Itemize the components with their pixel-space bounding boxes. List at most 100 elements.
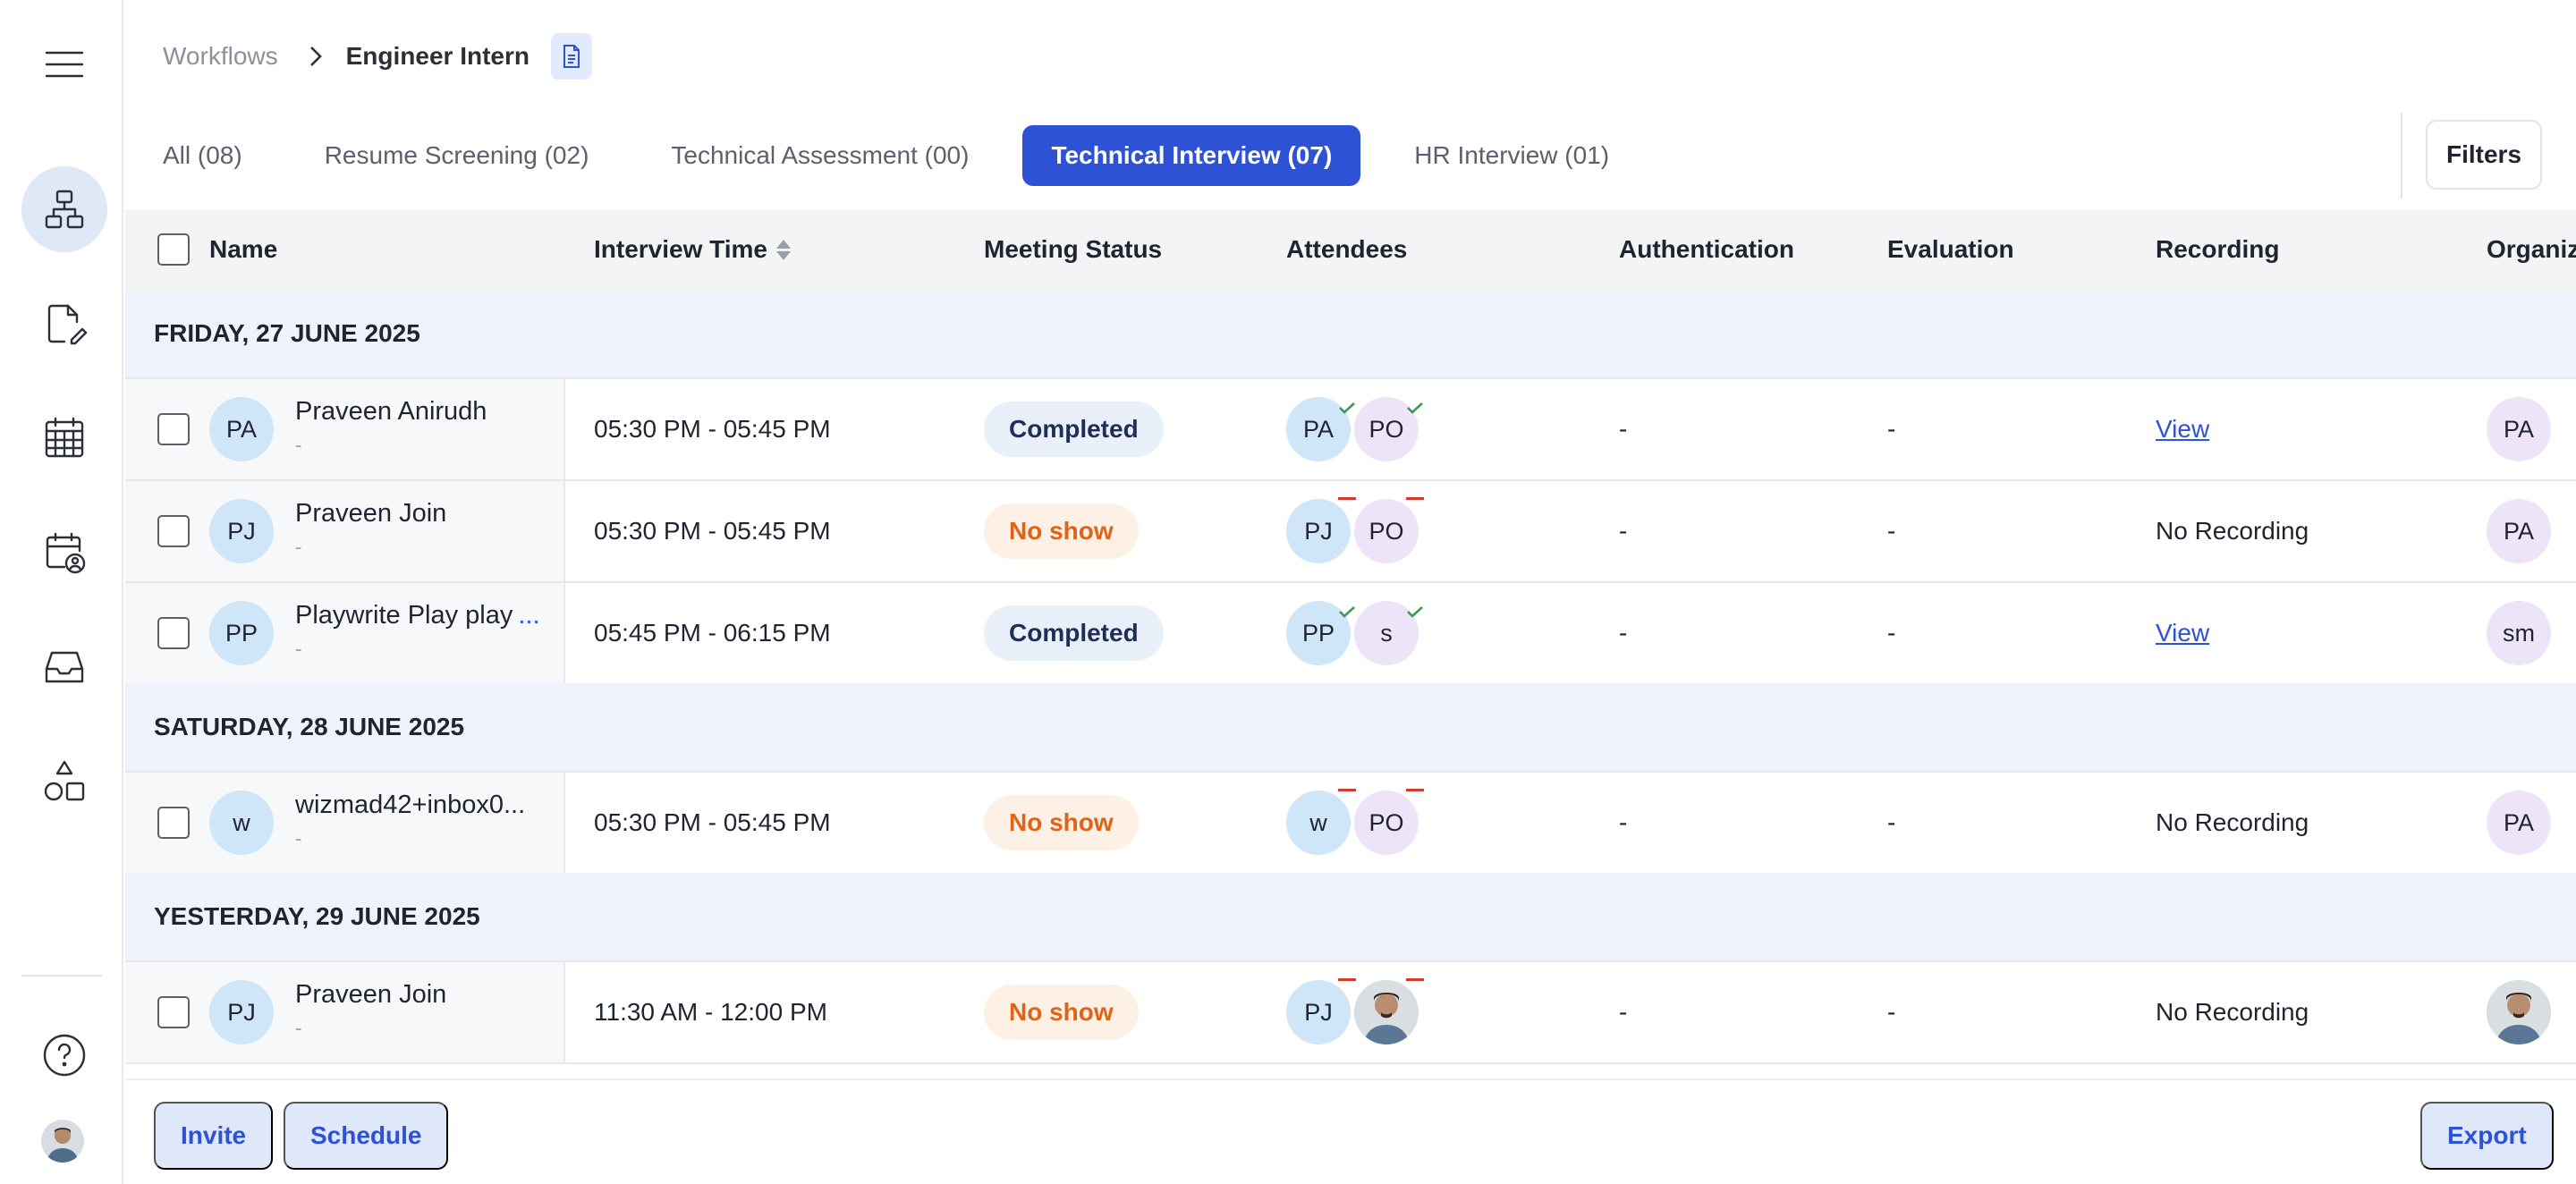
candidate-info: wizmad42+inbox0... -	[295, 791, 525, 850]
authentication-value: -	[1619, 619, 1628, 647]
candidate-name[interactable]: Praveen Join	[295, 499, 446, 529]
chevron-right-icon	[298, 44, 334, 69]
candidate-name[interactable]: Praveen Anirudh	[295, 397, 487, 427]
candidate-name[interactable]: Praveen Join	[295, 980, 446, 1010]
attendee[interactable]: w	[1286, 789, 1356, 855]
attendees-cell: PJ	[1286, 962, 1424, 1062]
recording-status: No Recording	[2156, 517, 2309, 545]
col-evaluation: Evaluation	[1887, 235, 2014, 263]
recording-cell: No Recording	[2156, 773, 2309, 873]
calendar-user-icon[interactable]	[21, 510, 107, 596]
col-interview-time-label: Interview Time	[594, 235, 768, 263]
shapes-icon[interactable]	[21, 739, 107, 825]
col-authentication: Authentication	[1619, 235, 1794, 263]
candidate-subtitle: -	[295, 434, 302, 456]
dash-icon	[1338, 789, 1356, 791]
name-ellipsis: ...	[518, 601, 540, 630]
table-row[interactable]: PJ Praveen Join - 05:30 PM - 05:45 PM No sho…	[125, 479, 2576, 581]
table-row[interactable]: w wizmad42+inbox0... - 05:30 PM - 05:45 PM N…	[125, 771, 2576, 873]
candidate-subtitle: -	[295, 536, 302, 558]
dash-icon	[1338, 978, 1356, 981]
menu-icon[interactable]	[21, 21, 107, 107]
evaluation-value: -	[1887, 415, 1896, 443]
attendee[interactable]: PJ	[1286, 978, 1356, 1044]
col-name: Name	[209, 235, 278, 263]
schedule-button[interactable]: Schedule	[284, 1102, 449, 1170]
sidebar	[0, 0, 123, 1184]
date-group-header: FRIDAY, 27 JUNE 2025	[125, 290, 2576, 377]
view-recording-link[interactable]: View	[2156, 619, 2209, 647]
status-badge: No show	[984, 503, 1139, 559]
attendee[interactable]: PJ	[1286, 497, 1356, 563]
check-icon	[1406, 392, 1424, 414]
inbox-icon[interactable]	[21, 624, 107, 710]
authentication-value: -	[1619, 998, 1628, 1026]
attendee-avatar: PJ	[1286, 980, 1351, 1044]
document-edit-icon[interactable]	[21, 281, 107, 367]
candidate-info: Praveen Join -	[295, 499, 446, 559]
table-row[interactable]: PJ Praveen Join - 11:30 AM - 12:00 PM No sho…	[125, 960, 2576, 1062]
organizer-avatar: PA	[2487, 791, 2551, 855]
table-row[interactable]: PA Praveen Anirudh - 05:30 PM - 05:45 PM Com…	[125, 377, 2576, 479]
attendee[interactable]: PP	[1286, 601, 1355, 665]
user-avatar[interactable]	[41, 1120, 84, 1163]
recording-cell: View	[2156, 583, 2209, 683]
help-icon[interactable]	[21, 1012, 107, 1098]
attendee[interactable]: PO	[1354, 497, 1424, 563]
organizer-cell	[2487, 962, 2551, 1062]
tabs-divider	[2401, 113, 2402, 199]
tab-hr-interview[interactable]: HR Interview (01)	[1385, 125, 1638, 186]
candidate-name[interactable]: wizmad42+inbox0...	[295, 791, 525, 820]
workflows-icon[interactable]	[21, 166, 107, 252]
col-interview-time[interactable]: Interview Time	[594, 209, 792, 290]
row-checkbox[interactable]	[157, 996, 190, 1028]
attendee-avatar: PO	[1354, 499, 1419, 563]
invite-button[interactable]: Invite	[154, 1102, 274, 1170]
attendees-cell: PP s	[1286, 583, 1423, 683]
meeting-status-cell: No show	[984, 962, 1139, 1062]
meeting-status-cell: Completed	[984, 379, 1164, 479]
organizer-avatar	[2487, 980, 2551, 1044]
candidate-subtitle: -	[295, 827, 302, 850]
attendee[interactable]: PO	[1354, 397, 1423, 461]
calendar-icon[interactable]	[21, 395, 107, 481]
table-row[interactable]: PP Playwrite Play play... - 05:45 PM - 06:1…	[125, 581, 2576, 683]
col-recording: Recording	[2156, 235, 2280, 263]
attendee[interactable]: PO	[1354, 789, 1424, 855]
organizer-avatar: sm	[2487, 601, 2551, 665]
attendee[interactable]: s	[1354, 601, 1423, 665]
document-icon[interactable]	[551, 33, 592, 80]
table-row[interactable]	[125, 1062, 2576, 1077]
status-badge: No show	[984, 795, 1139, 850]
table-header: Name Interview Time Meeting Status Atten…	[125, 209, 2576, 290]
tab-technical-interview[interactable]: Technical Interview (07)	[1022, 125, 1361, 186]
tab-all[interactable]: All (08)	[134, 125, 271, 186]
candidate-name-text: Praveen Join	[295, 499, 447, 528]
check-icon	[1338, 392, 1356, 414]
view-recording-link[interactable]: View	[2156, 415, 2209, 444]
candidate-info: Playwrite Play play... -	[295, 601, 540, 661]
organizer-cell: PA	[2487, 481, 2551, 581]
date-group-header: YESTERDAY, 29 JUNE 2025	[125, 873, 2576, 960]
row-checkbox[interactable]	[157, 413, 190, 445]
export-button[interactable]: Export	[2420, 1102, 2554, 1170]
breadcrumb-current: Engineer Intern	[345, 42, 530, 70]
tab-resume-screening[interactable]: Resume Screening (02)	[296, 125, 618, 186]
row-checkbox[interactable]	[157, 617, 190, 649]
attendee[interactable]	[1354, 978, 1424, 1044]
select-all-checkbox[interactable]	[157, 233, 190, 266]
attendees-cell: PA PO	[1286, 379, 1423, 479]
breadcrumb: Workflows Engineer Intern	[163, 33, 592, 80]
sort-icon[interactable]	[776, 239, 792, 260]
row-checkbox[interactable]	[157, 515, 190, 547]
attendee[interactable]: PA	[1286, 397, 1355, 461]
row-checkbox[interactable]	[157, 807, 190, 839]
organizer-cell: PA	[2487, 773, 2551, 873]
filters-button[interactable]: Filters	[2426, 120, 2542, 190]
attendee-avatar: PO	[1354, 791, 1419, 855]
candidate-name[interactable]: Playwrite Play play...	[295, 601, 540, 630]
check-icon	[1338, 596, 1356, 618]
breadcrumb-workflows-link[interactable]: Workflows	[163, 42, 278, 71]
interview-time: 05:45 PM - 06:15 PM	[594, 619, 831, 647]
tab-technical-assessment[interactable]: Technical Assessment (00)	[642, 125, 997, 186]
